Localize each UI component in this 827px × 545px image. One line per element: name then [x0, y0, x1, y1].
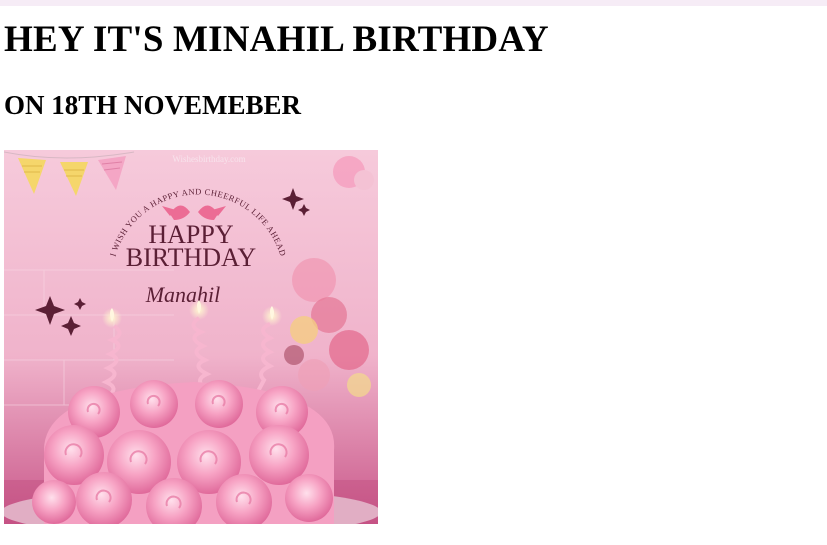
birthday-text: BIRTHDAY — [126, 243, 257, 272]
page-subtitle: ON 18TH NOVEMEBER — [4, 90, 302, 120]
name-text: Manahil — [145, 282, 221, 307]
page-title: HEY IT'S MINAHIL BIRTHDAY — [4, 19, 549, 60]
birthday-card-image: Wishesbirthday.com I WISH YOU A HAPPY AN… — [4, 150, 378, 524]
top-divider — [0, 0, 827, 6]
watermark-text: Wishesbirthday.com — [172, 154, 245, 164]
